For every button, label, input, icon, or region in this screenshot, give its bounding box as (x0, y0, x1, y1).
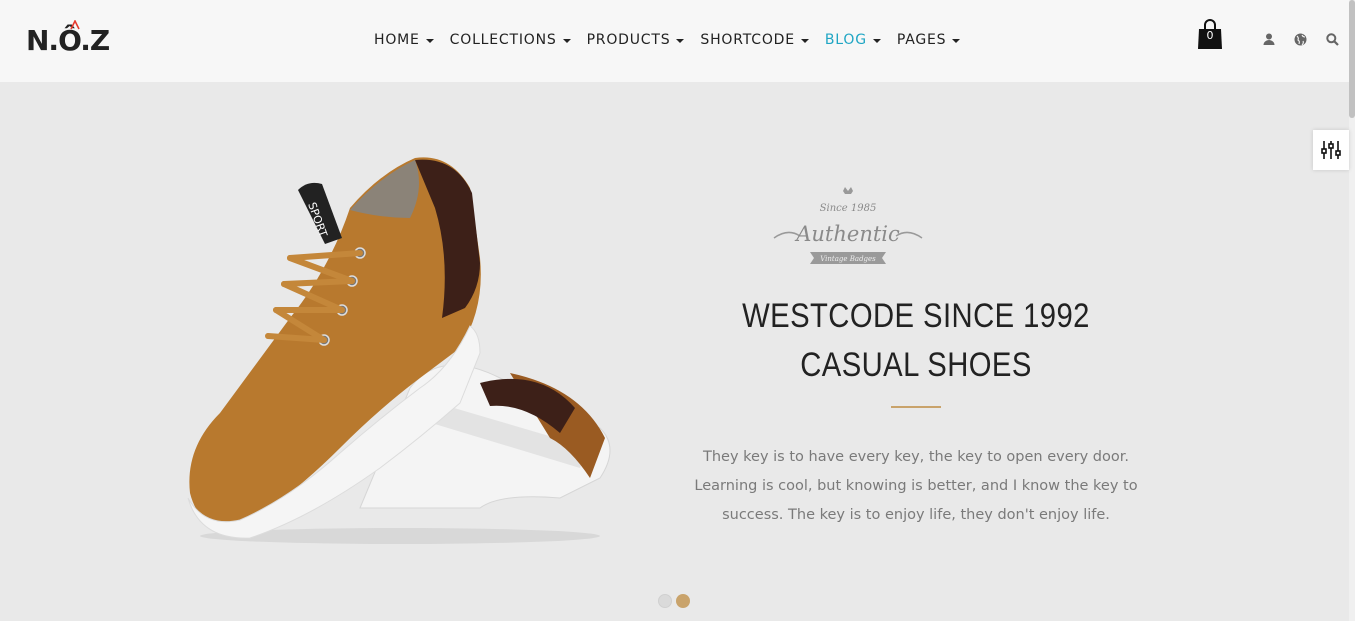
cart-count: 0 (1206, 29, 1214, 42)
nav-item-home[interactable]: HOME (374, 32, 434, 48)
search-icon (1325, 32, 1339, 46)
language-button[interactable] (1292, 31, 1308, 47)
scrollbar-thumb[interactable] (1349, 0, 1355, 118)
user-icon (1263, 33, 1275, 45)
nav-label: BLOG (824, 32, 867, 48)
slider-pagination (658, 594, 694, 608)
caret-down-icon (952, 38, 961, 43)
caret-down-icon (425, 38, 434, 43)
nav-item-blog[interactable]: BLOG (825, 32, 881, 48)
authentic-badge: Since 1985 Authentic Vintage Badges (773, 187, 923, 264)
nav-label: PRODUCTS (586, 32, 671, 48)
nav-label: SHORTCODE (700, 32, 795, 48)
main-nav: HOME COLLECTIONS PRODUCTS SHORTCODE BLOG… (374, 28, 976, 52)
badge-since: Since 1985 (820, 203, 877, 214)
headline-line-2: CASUAL SHOES (800, 346, 1032, 384)
slider-dot-1[interactable] (658, 594, 672, 608)
nav-item-shortcode[interactable]: SHORTCODE (700, 32, 809, 48)
caret-down-icon (676, 38, 685, 43)
nav-label: COLLECTIONS (449, 32, 557, 48)
nav-label: HOME (374, 32, 420, 48)
product-shoe-image: SPORT (187, 157, 611, 544)
search-button[interactable] (1324, 31, 1340, 47)
badge-title: Authentic (794, 222, 900, 246)
site-header: N.Ô.Z HOME COLLECTIONS PRODUCTS SHORTCOD… (0, 0, 1349, 82)
account-button[interactable] (1261, 31, 1277, 47)
site-logo[interactable]: N.Ô.Z (26, 20, 118, 56)
hero-headline: WESTCODE SINCE 1992 CASUAL SHOES (713, 292, 1119, 390)
hero-description: They key is to have every key, the key t… (694, 449, 1138, 523)
page-scrollbar[interactable] (1349, 0, 1355, 621)
nav-item-products[interactable]: PRODUCTS (587, 32, 685, 48)
nav-label: PAGES (896, 32, 947, 48)
slider-dot-2[interactable] (676, 594, 690, 608)
sliders-icon (1321, 141, 1341, 159)
nav-item-pages[interactable]: PAGES (896, 32, 961, 48)
logo-mark-icon (70, 20, 80, 30)
cart-button[interactable]: 0 (1197, 18, 1223, 50)
nav-item-collections[interactable]: COLLECTIONS (450, 32, 571, 48)
headline-divider (891, 406, 941, 408)
globe-icon (1294, 33, 1306, 45)
caret-down-icon (872, 38, 881, 43)
caret-down-icon (562, 38, 571, 43)
settings-panel-toggle[interactable] (1313, 130, 1349, 170)
logo-text: N.Ô.Z (26, 24, 110, 57)
badge-ribbon: Vintage Badges (820, 255, 876, 263)
headline-line-1: WESTCODE SINCE 1992 (742, 297, 1090, 335)
caret-down-icon (800, 38, 809, 43)
